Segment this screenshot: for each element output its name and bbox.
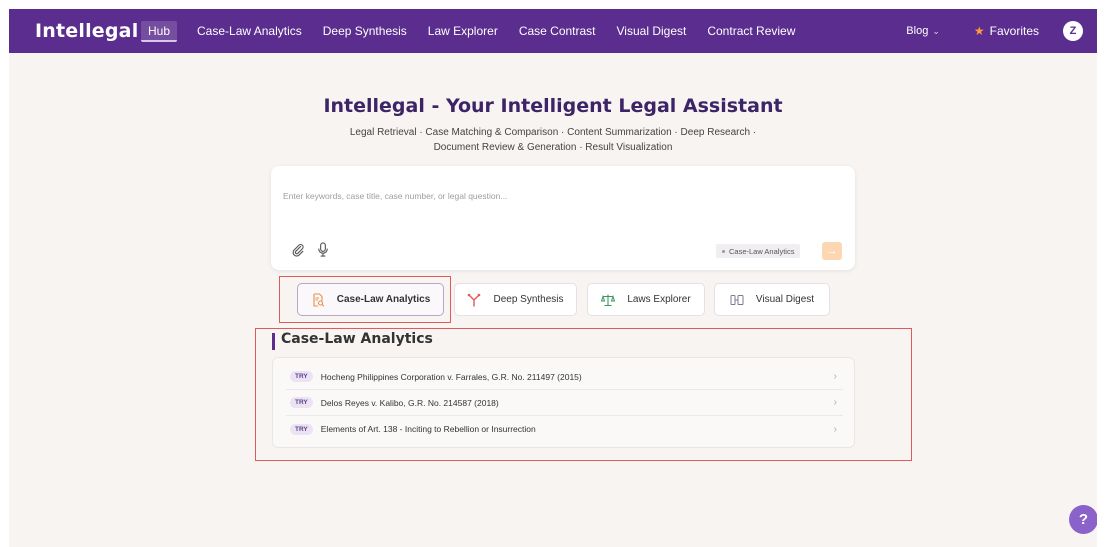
try-badge: TRY [290,397,313,408]
favorites-button[interactable]: ★ Favorites [974,24,1039,38]
tab-visual-digest[interactable]: Visual Digest [714,283,830,316]
nav-item-visual-digest[interactable]: Visual Digest [617,24,687,38]
nav-item-law-explorer[interactable]: Law Explorer [428,24,498,38]
search-input[interactable] [283,186,843,206]
user-avatar[interactable]: Z [1063,21,1083,41]
favorites-label: Favorites [989,24,1039,38]
example-item[interactable]: TRY Delos Reyes v. Kalibo, G.R. No. 2145… [286,390,843,416]
section-title: Case-Law Analytics [281,331,433,347]
example-text: Delos Reyes v. Kalibo, G.R. No. 214587 (… [320,397,499,408]
try-badge: TRY [290,371,313,382]
nav-item-case-contrast[interactable]: Case Contrast [519,24,596,38]
search-panel: Case-Law Analytics → [271,166,855,270]
examples-list: TRY Hocheng Philippines Corporation v. F… [272,357,855,448]
tab-label: Laws Explorer [627,294,691,305]
current-mode-chip: Case-Law Analytics [716,244,801,258]
merge-icon [468,293,481,307]
help-button[interactable]: ? [1069,505,1097,534]
highlight-box-mode-tab [279,276,451,323]
microphone-icon[interactable] [317,242,329,257]
page-title: Intellegal - Your Intelligent Legal Assi… [323,95,783,117]
chevron-right-icon: › [833,371,837,382]
send-button[interactable]: → [822,242,842,260]
mode-chip-label: Case-Law Analytics [729,246,795,256]
example-item[interactable]: TRY Elements of Art. 138 - Inciting to R… [286,416,843,442]
example-item[interactable]: TRY Hocheng Philippines Corporation v. F… [286,364,843,390]
tab-label: Visual Digest [755,294,815,305]
app-frame: Intellegal Hub Case-Law Analytics Deep S… [9,9,1097,547]
tab-deep-synthesis[interactable]: Deep Synthesis [454,283,577,316]
example-text: Hocheng Philippines Corporation v. Farra… [320,371,582,382]
example-text: Elements of Art. 138 - Inciting to Rebel… [320,424,536,434]
page-subtitle: Legal Retrieval · Case Matching & Compar… [349,127,757,153]
nav-item-contract-review[interactable]: Contract Review [707,24,795,38]
tab-label: Deep Synthesis [493,294,564,305]
arrow-right-icon: → [826,245,838,257]
chevron-right-icon: › [833,397,837,408]
blog-dropdown[interactable]: Blog ⌄ [906,25,940,37]
brand-logo[interactable]: Intellegal [35,20,138,42]
blog-label: Blog [906,25,929,37]
chevron-down-icon: ⌄ [932,25,940,36]
top-navbar: Intellegal Hub Case-Law Analytics Deep S… [9,9,1097,53]
dot-icon [722,249,725,253]
nav-right: Blog ⌄ ★ Favorites Z [906,9,1083,53]
tab-laws-explorer[interactable]: Laws Explorer [587,283,705,316]
try-badge: TRY [290,423,313,435]
nav-item-hub[interactable]: Hub [141,20,178,42]
scales-icon [601,294,616,306]
nav-item-case-law-analytics[interactable]: Case-Law Analytics [197,24,302,38]
nav-item-deep-synthesis[interactable]: Deep Synthesis [323,24,407,38]
nav-links: Hub Case-Law Analytics Deep Synthesis La… [141,9,816,53]
section-accent-bar [272,333,275,350]
star-icon: ★ [973,24,985,38]
slides-icon [730,294,744,305]
chevron-right-icon: › [833,423,837,435]
paperclip-icon[interactable] [291,243,305,257]
